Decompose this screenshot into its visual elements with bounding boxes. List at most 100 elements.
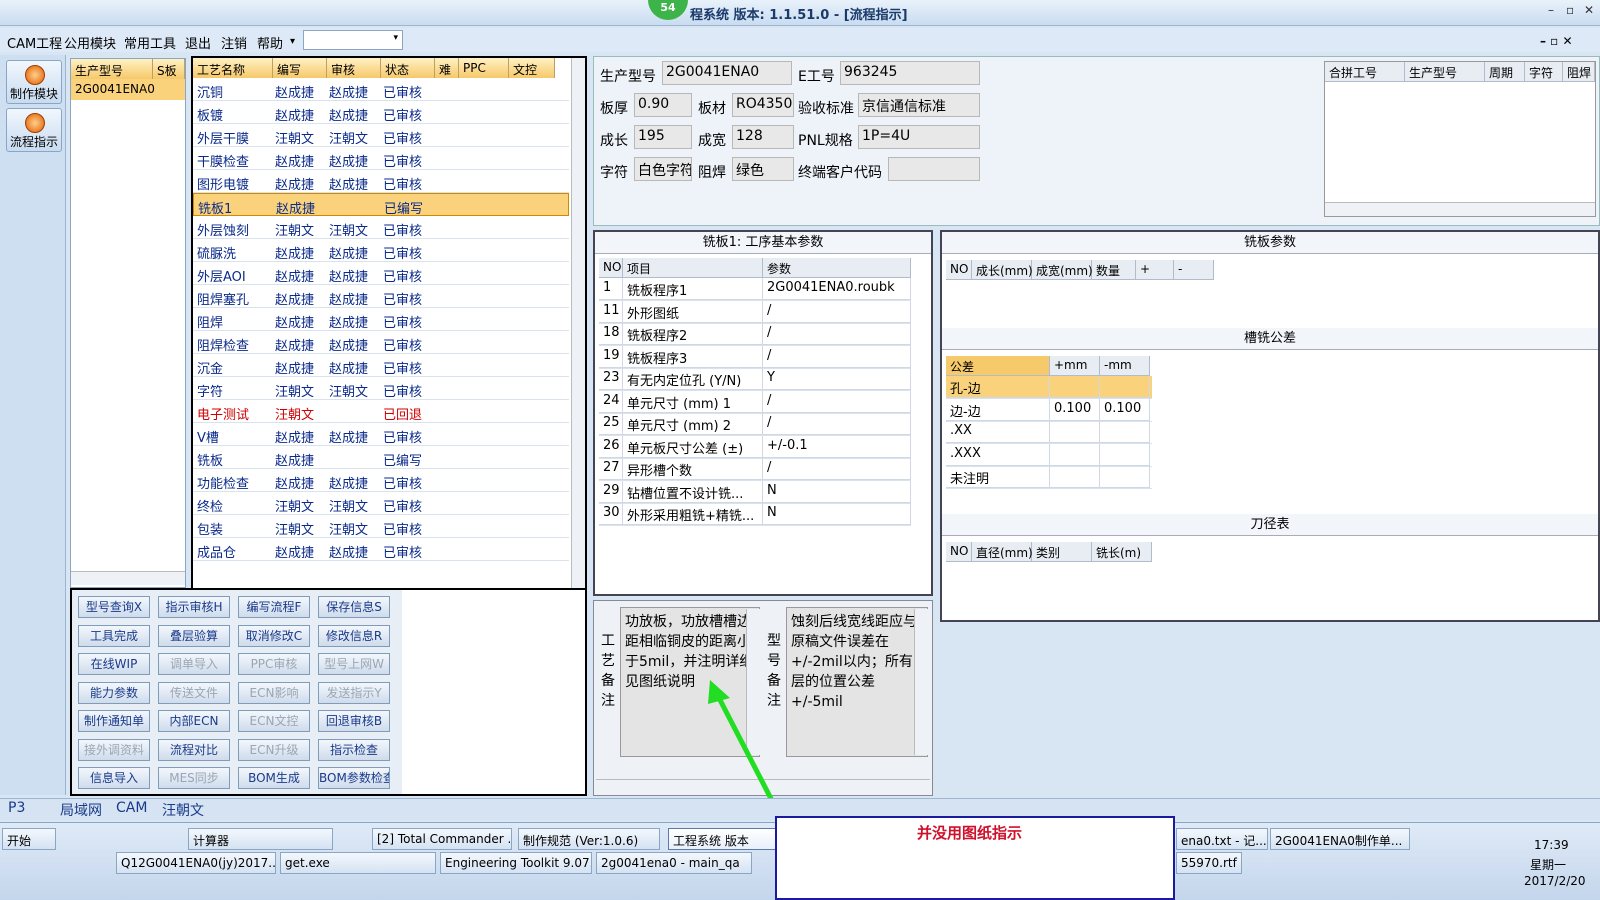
process-header-status[interactable]: 状态 bbox=[381, 58, 435, 78]
menu-logout[interactable]: 注销 bbox=[221, 33, 247, 52]
table-row[interactable]: .XX bbox=[946, 421, 1152, 444]
action-button[interactable]: BOM生成 bbox=[238, 767, 310, 789]
table-row[interactable]: 字符 汪朝文 汪朝文 已审核 bbox=[193, 377, 569, 400]
menu-combo-select[interactable]: ▾ bbox=[303, 30, 403, 50]
model-remark-scroll[interactable] bbox=[914, 609, 928, 755]
action-button[interactable]: 能力参数 bbox=[78, 681, 150, 704]
model-remark-text[interactable]: 蚀刻后线宽线距应与原稿文件误差在+/-2mil以内；所有层的位置公差+/-5mi… bbox=[786, 607, 928, 757]
process-header-writer[interactable]: 编写 bbox=[273, 58, 327, 78]
field-solder-mask[interactable]: 绿色 bbox=[732, 157, 794, 181]
table-row[interactable]: 23 有无内定位孔 (Y/N) Y bbox=[599, 368, 911, 391]
mill-header-width[interactable]: 成宽(mm) bbox=[1032, 260, 1093, 280]
params-header-no[interactable]: NO bbox=[599, 258, 623, 278]
task-notepad[interactable]: ena0.txt - 记... bbox=[1176, 828, 1268, 850]
tab-cam[interactable]: CAM bbox=[116, 800, 147, 816]
action-button[interactable]: ECN影响 bbox=[238, 681, 310, 704]
table-row[interactable]: 板镀 赵成捷 赵成捷 已审核 bbox=[193, 101, 569, 124]
menu-exit[interactable]: 退出 bbox=[185, 33, 211, 52]
field-character[interactable]: 白色字符 bbox=[634, 157, 692, 181]
action-button[interactable]: 叠层验算 bbox=[158, 624, 230, 647]
mill-header-qty[interactable]: 数量 bbox=[1092, 260, 1136, 280]
mill-header-minus[interactable]: - bbox=[1174, 260, 1214, 280]
table-row[interactable]: 外层AOI 赵成捷 赵成捷 已审核 bbox=[193, 262, 569, 285]
action-button[interactable]: ECN文控 bbox=[238, 710, 310, 732]
tol-header-tolerance[interactable]: 公差 bbox=[946, 356, 1050, 376]
tol-header-plus[interactable]: +mm bbox=[1050, 356, 1100, 376]
merge-header-no[interactable]: 合拼工号 bbox=[1325, 62, 1405, 82]
table-row[interactable]: 18 铣板程序2/ bbox=[599, 323, 911, 346]
table-row[interactable]: V槽 赵成捷 赵成捷 已审核 bbox=[193, 423, 569, 446]
action-button[interactable]: PPC审核 bbox=[238, 653, 310, 675]
table-row[interactable]: 30 外形采用粗铣+精铣... N bbox=[599, 503, 911, 526]
start-button[interactable]: 开始 bbox=[2, 828, 56, 850]
table-row[interactable]: 铣板1 赵成捷 已编写 bbox=[193, 193, 569, 217]
process-vscroll[interactable] bbox=[571, 58, 585, 588]
table-row[interactable]: 沉铜 赵成捷 赵成捷 已审核 bbox=[193, 78, 569, 101]
field-customer-code[interactable] bbox=[888, 157, 980, 181]
action-button[interactable]: 型号上网W bbox=[318, 653, 390, 675]
process-header-difficulty[interactable]: 难 bbox=[435, 58, 459, 78]
process-header-ppc[interactable]: PPC bbox=[459, 58, 509, 78]
action-button[interactable]: 传送文件 bbox=[158, 681, 230, 704]
task-rtf[interactable]: 55970.rtf [... bbox=[1176, 852, 1242, 874]
menu-help[interactable]: 帮助 bbox=[257, 33, 283, 52]
action-button[interactable]: 编写流程F bbox=[238, 596, 310, 618]
table-row[interactable]: 终检 汪朝文 汪朝文 已审核 bbox=[193, 492, 569, 515]
task-engineering-system[interactable]: 工程系统 版本 bbox=[668, 828, 778, 850]
action-button[interactable]: 回退审核B bbox=[318, 710, 390, 732]
mill-header-plus[interactable]: + bbox=[1136, 260, 1174, 280]
mill-header-no[interactable]: NO bbox=[946, 260, 972, 280]
action-button[interactable]: 内部ECN bbox=[158, 710, 230, 732]
table-row[interactable]: .XXX bbox=[946, 443, 1152, 467]
table-row[interactable]: 阻焊检查 赵成捷 赵成捷 已审核 bbox=[193, 331, 569, 354]
field-pnl[interactable]: 1P=4U bbox=[858, 125, 980, 149]
table-row[interactable]: 干膜检查 赵成捷 赵成捷 已审核 bbox=[193, 147, 569, 170]
action-button[interactable]: 指示审核H bbox=[158, 596, 230, 618]
tol-header-minus[interactable]: -mm bbox=[1100, 356, 1150, 376]
merge-header-model[interactable]: 生产型号 bbox=[1405, 62, 1485, 82]
action-button[interactable]: 接外调资料 bbox=[78, 738, 150, 761]
action-button[interactable]: 取消修改C bbox=[238, 624, 310, 647]
action-button[interactable]: 修改信息R bbox=[318, 624, 390, 647]
table-row[interactable]: 硫脲洗 赵成捷 赵成捷 已审核 bbox=[193, 239, 569, 262]
table-row[interactable]: 19 铣板程序3/ bbox=[599, 345, 911, 369]
table-row[interactable]: 29 钻槽位置不设计铣... N bbox=[599, 480, 911, 504]
params-header-value[interactable]: 参数 bbox=[763, 258, 911, 278]
table-row[interactable]: 阻焊 赵成捷 赵成捷 已审核 bbox=[193, 308, 569, 331]
table-row[interactable]: 1 铣板程序1 2G0041ENA0.roubk bbox=[599, 278, 911, 301]
task-spec[interactable]: 制作规范 (Ver:1.0.6) bbox=[518, 828, 660, 850]
table-row[interactable]: 26 单元板尺寸公差 (±) +/-0.1 bbox=[599, 435, 911, 459]
tool-header-type[interactable]: 类别 bbox=[1032, 542, 1092, 562]
field-width[interactable]: 128 bbox=[732, 125, 794, 149]
mdi-window-controls[interactable]: – ▫ ✕ bbox=[1540, 34, 1573, 48]
table-row[interactable]: 外层蚀刻 汪朝文 汪朝文 已审核 bbox=[193, 216, 569, 239]
task-total-commander[interactable]: [2] Total Commander ... bbox=[372, 828, 512, 850]
menu-cam[interactable]: CAM工程 bbox=[7, 33, 62, 52]
action-button[interactable]: BOM参数检查 bbox=[318, 767, 390, 789]
action-button[interactable]: ECN升级 bbox=[238, 738, 310, 761]
model-list-header-s[interactable]: S板 bbox=[153, 59, 185, 79]
task-engineering-toolkit[interactable]: Engineering Toolkit 9.07... bbox=[440, 852, 592, 874]
merge-header-char[interactable]: 字符 bbox=[1525, 62, 1563, 82]
field-thickness[interactable]: 0.90 bbox=[634, 93, 692, 117]
table-row[interactable]: 功能检查 赵成捷 赵成捷 已审核 bbox=[193, 469, 569, 492]
menu-dropdown-arrow-icon[interactable]: ▾ bbox=[290, 36, 295, 47]
merge-header-mask[interactable]: 阻焊 bbox=[1563, 62, 1595, 82]
table-row[interactable]: 成品仓 赵成捷 赵成捷 已审核 bbox=[193, 538, 569, 561]
table-row[interactable]: 沉金 赵成捷 赵成捷 已审核 bbox=[193, 354, 569, 377]
model-list-item[interactable]: 2G0041ENA0 bbox=[71, 79, 185, 100]
process-header-name[interactable]: 工艺名称 bbox=[193, 58, 273, 78]
action-button[interactable]: 工具完成 bbox=[78, 624, 150, 647]
action-button[interactable]: 信息导入 bbox=[78, 767, 150, 789]
field-eno[interactable]: 963245 bbox=[840, 61, 980, 85]
table-row[interactable]: 电子测试 汪朝文 已回退 bbox=[193, 400, 569, 423]
field-material[interactable]: RO4350E bbox=[732, 93, 794, 117]
table-row[interactable]: 图形电镀 赵成捷 赵成捷 已审核 bbox=[193, 170, 569, 193]
process-header-reviewer[interactable]: 审核 bbox=[327, 58, 381, 78]
tool-header-no[interactable]: NO bbox=[946, 542, 972, 562]
table-row[interactable]: 铣板 赵成捷 已编写 bbox=[193, 446, 569, 469]
table-row[interactable]: 外层干膜 汪朝文 汪朝文 已审核 bbox=[193, 124, 569, 147]
mill-header-length[interactable]: 成长(mm) bbox=[972, 260, 1033, 280]
action-button[interactable]: 保存信息S bbox=[318, 596, 390, 618]
merge-header-cycle[interactable]: 周期 bbox=[1485, 62, 1525, 82]
